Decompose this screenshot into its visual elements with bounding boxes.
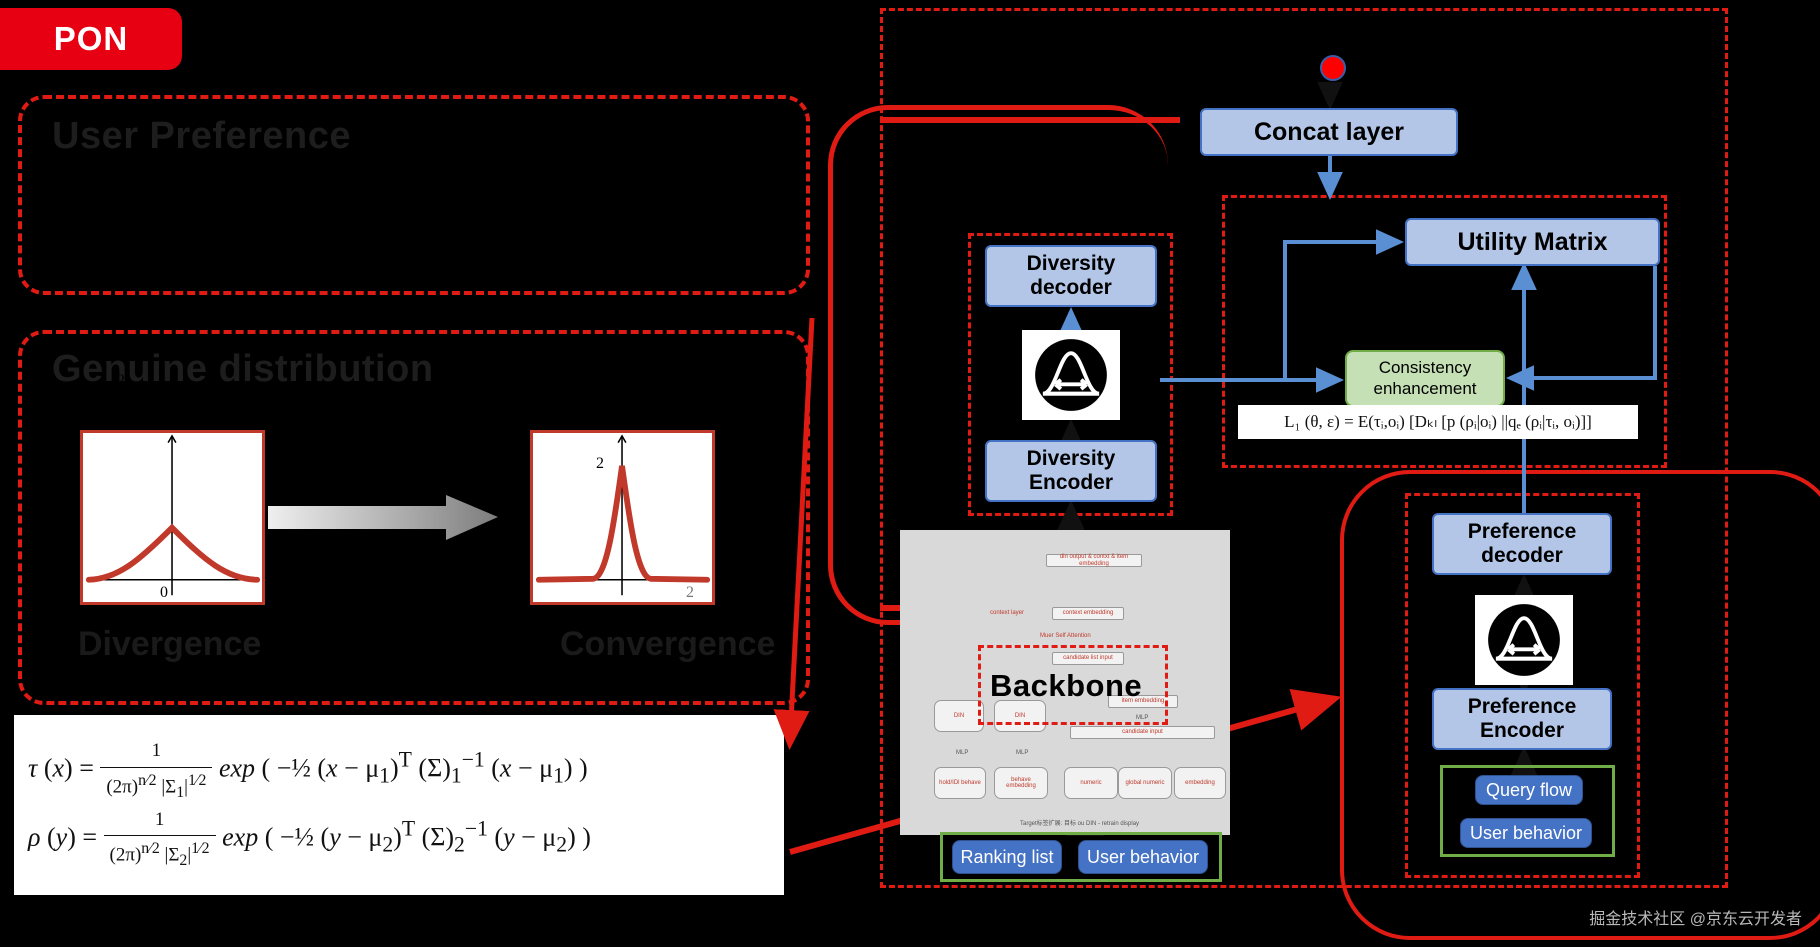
transition-arrow xyxy=(268,495,498,540)
kl-loss-formula: L₁ (θ, ε) = E(τᵢ,oᵢ) [Dₖₗ [p (ρᵢ|oᵢ) ||q… xyxy=(1238,405,1638,439)
user-preference-title: User Preference xyxy=(52,115,352,157)
convergence-plot-ytick: 2 xyxy=(596,455,604,472)
backbone-node: context embedding xyxy=(1052,607,1124,620)
user-behavior-input[interactable]: User behavior xyxy=(1078,840,1208,874)
distribution-glyph-icon xyxy=(1022,330,1120,420)
backbone-caption: MLP xyxy=(956,750,969,756)
backbone-node: behave embedding xyxy=(994,767,1048,799)
backbone-node: numeric xyxy=(1064,767,1118,799)
backbone-node: embedding xyxy=(1174,767,1226,799)
divergence-label: Divergence xyxy=(78,625,262,663)
backbone-caption: context layer xyxy=(990,610,1025,616)
watermark: 掘金技术社区 @京东云开发者 xyxy=(1589,911,1802,928)
gaussian-formula-rho: ρ (y) = 1 (2π)n⁄2 |Σ2|1⁄2 exp ( −½ (y − … xyxy=(28,805,770,874)
utility-matrix-box[interactable]: Utility Matrix xyxy=(1405,218,1660,266)
diversity-decoder-box[interactable]: Diversity decoder xyxy=(985,245,1157,307)
convergence-plot-svg xyxy=(535,434,711,596)
output-node-dot xyxy=(1320,55,1346,81)
genuine-distribution-title: Genuine distribution xyxy=(52,348,434,390)
preference-encoder-box[interactable]: Preference Encoder xyxy=(1432,688,1612,750)
backbone-title: Backbone xyxy=(990,668,1143,703)
backbone-node: candidate input xyxy=(1070,726,1215,739)
pon-badge: PON xyxy=(0,8,182,70)
gaussian-formula-card: τ (x) = 1 (2π)n⁄2 |Σ1|1⁄2 exp ( −½ (x − … xyxy=(14,715,784,895)
bell-curve-arrow-icon xyxy=(1035,339,1107,411)
convergence-label: Convergence xyxy=(560,625,776,663)
backbone-node: DIN xyxy=(934,700,984,732)
convergence-plot xyxy=(530,430,715,605)
backbone-node: hold/IDl behave xyxy=(934,767,986,799)
backbone-node: din output & contxt & item embedding xyxy=(1046,554,1142,567)
gaussian-formula-tau: τ (x) = 1 (2π)n⁄2 |Σ1|1⁄2 exp ( −½ (x − … xyxy=(28,736,770,805)
backbone-caption: MLP xyxy=(1016,750,1029,756)
concat-layer-box[interactable]: Concat layer xyxy=(1200,108,1458,156)
backbone-caption: Muer Self Attention xyxy=(1040,633,1091,639)
backbone-caption: Target标签扩展: 目标 ou DIN - retrain display xyxy=(1020,821,1140,827)
bell-curve-arrow-icon xyxy=(1488,604,1560,676)
convergence-plot-xtick: 2 xyxy=(686,584,694,601)
preference-decoder-box[interactable]: Preference decoder xyxy=(1432,513,1612,575)
divergence-plot-xtick: 0 xyxy=(160,584,168,601)
divergence-plot-svg xyxy=(85,434,261,596)
user-behavior-input-2[interactable]: User behavior xyxy=(1460,818,1592,848)
backbone-node: global numeric xyxy=(1118,767,1172,799)
divergence-plot-ytick: 2 xyxy=(117,372,125,389)
distribution-glyph-icon-2 xyxy=(1475,595,1573,685)
query-flow-input[interactable]: Query flow xyxy=(1475,775,1583,805)
diversity-encoder-box[interactable]: Diversity Encoder xyxy=(985,440,1157,502)
divergence-plot xyxy=(80,430,265,605)
diagram-canvas: PON User Preference Genuine distribution… xyxy=(0,0,1820,947)
pon-badge-label: PON xyxy=(53,20,129,57)
consistency-enhancement-box[interactable]: Consistency enhancement xyxy=(1345,350,1505,407)
ranking-list-input[interactable]: Ranking list xyxy=(952,840,1062,874)
